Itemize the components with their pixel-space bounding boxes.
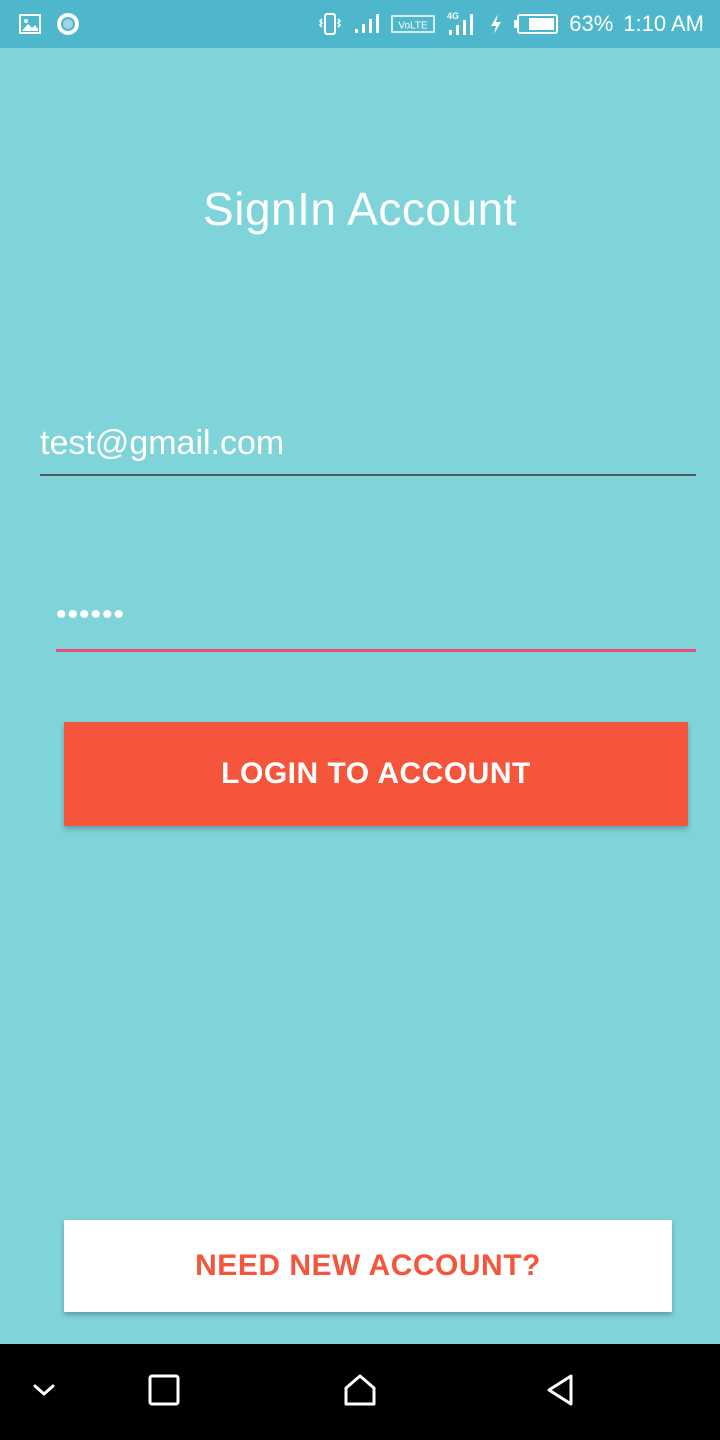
signal-icon — [353, 12, 381, 36]
password-field[interactable]: •••••• — [56, 590, 696, 652]
chevron-down-icon — [30, 1376, 58, 1409]
nav-chevron-down-button[interactable] — [4, 1344, 84, 1440]
status-left-icons — [18, 12, 80, 36]
circle-notification-icon — [56, 12, 80, 36]
4g-signal-icon: 4G — [445, 10, 479, 38]
battery-percent: 63% — [569, 11, 614, 36]
nav-back-button[interactable] — [520, 1344, 600, 1440]
login-button[interactable]: LOGIN TO ACCOUNT — [64, 722, 688, 826]
vibrate-icon — [317, 11, 343, 37]
email-value[interactable]: test@gmail.com — [40, 418, 696, 468]
network-type-label: 4G — [447, 11, 459, 21]
charging-icon — [489, 12, 503, 36]
recents-square-icon — [147, 1373, 181, 1412]
volte-icon: VoLTE — [391, 14, 435, 34]
need-new-account-button[interactable]: NEED NEW ACCOUNT? — [64, 1220, 672, 1312]
page-title: SignIn Account — [203, 183, 517, 235]
status-bar: VoLTE 4G 63% 1:10 AM — [0, 0, 720, 48]
battery-icon — [513, 12, 559, 36]
navigation-bar — [0, 1344, 720, 1440]
status-time: 1:10 AM — [623, 11, 704, 36]
status-right-icons: VoLTE 4G 63% 1:10 AM — [317, 0, 704, 48]
volte-label: VoLTE — [399, 21, 429, 32]
image-icon — [18, 12, 42, 36]
back-triangle-icon — [543, 1372, 577, 1413]
email-field[interactable]: test@gmail.com — [40, 418, 696, 476]
nav-home-button[interactable] — [320, 1344, 400, 1440]
nav-recents-button[interactable] — [124, 1344, 204, 1440]
password-value[interactable]: •••••• — [56, 590, 696, 640]
home-icon — [342, 1372, 378, 1413]
